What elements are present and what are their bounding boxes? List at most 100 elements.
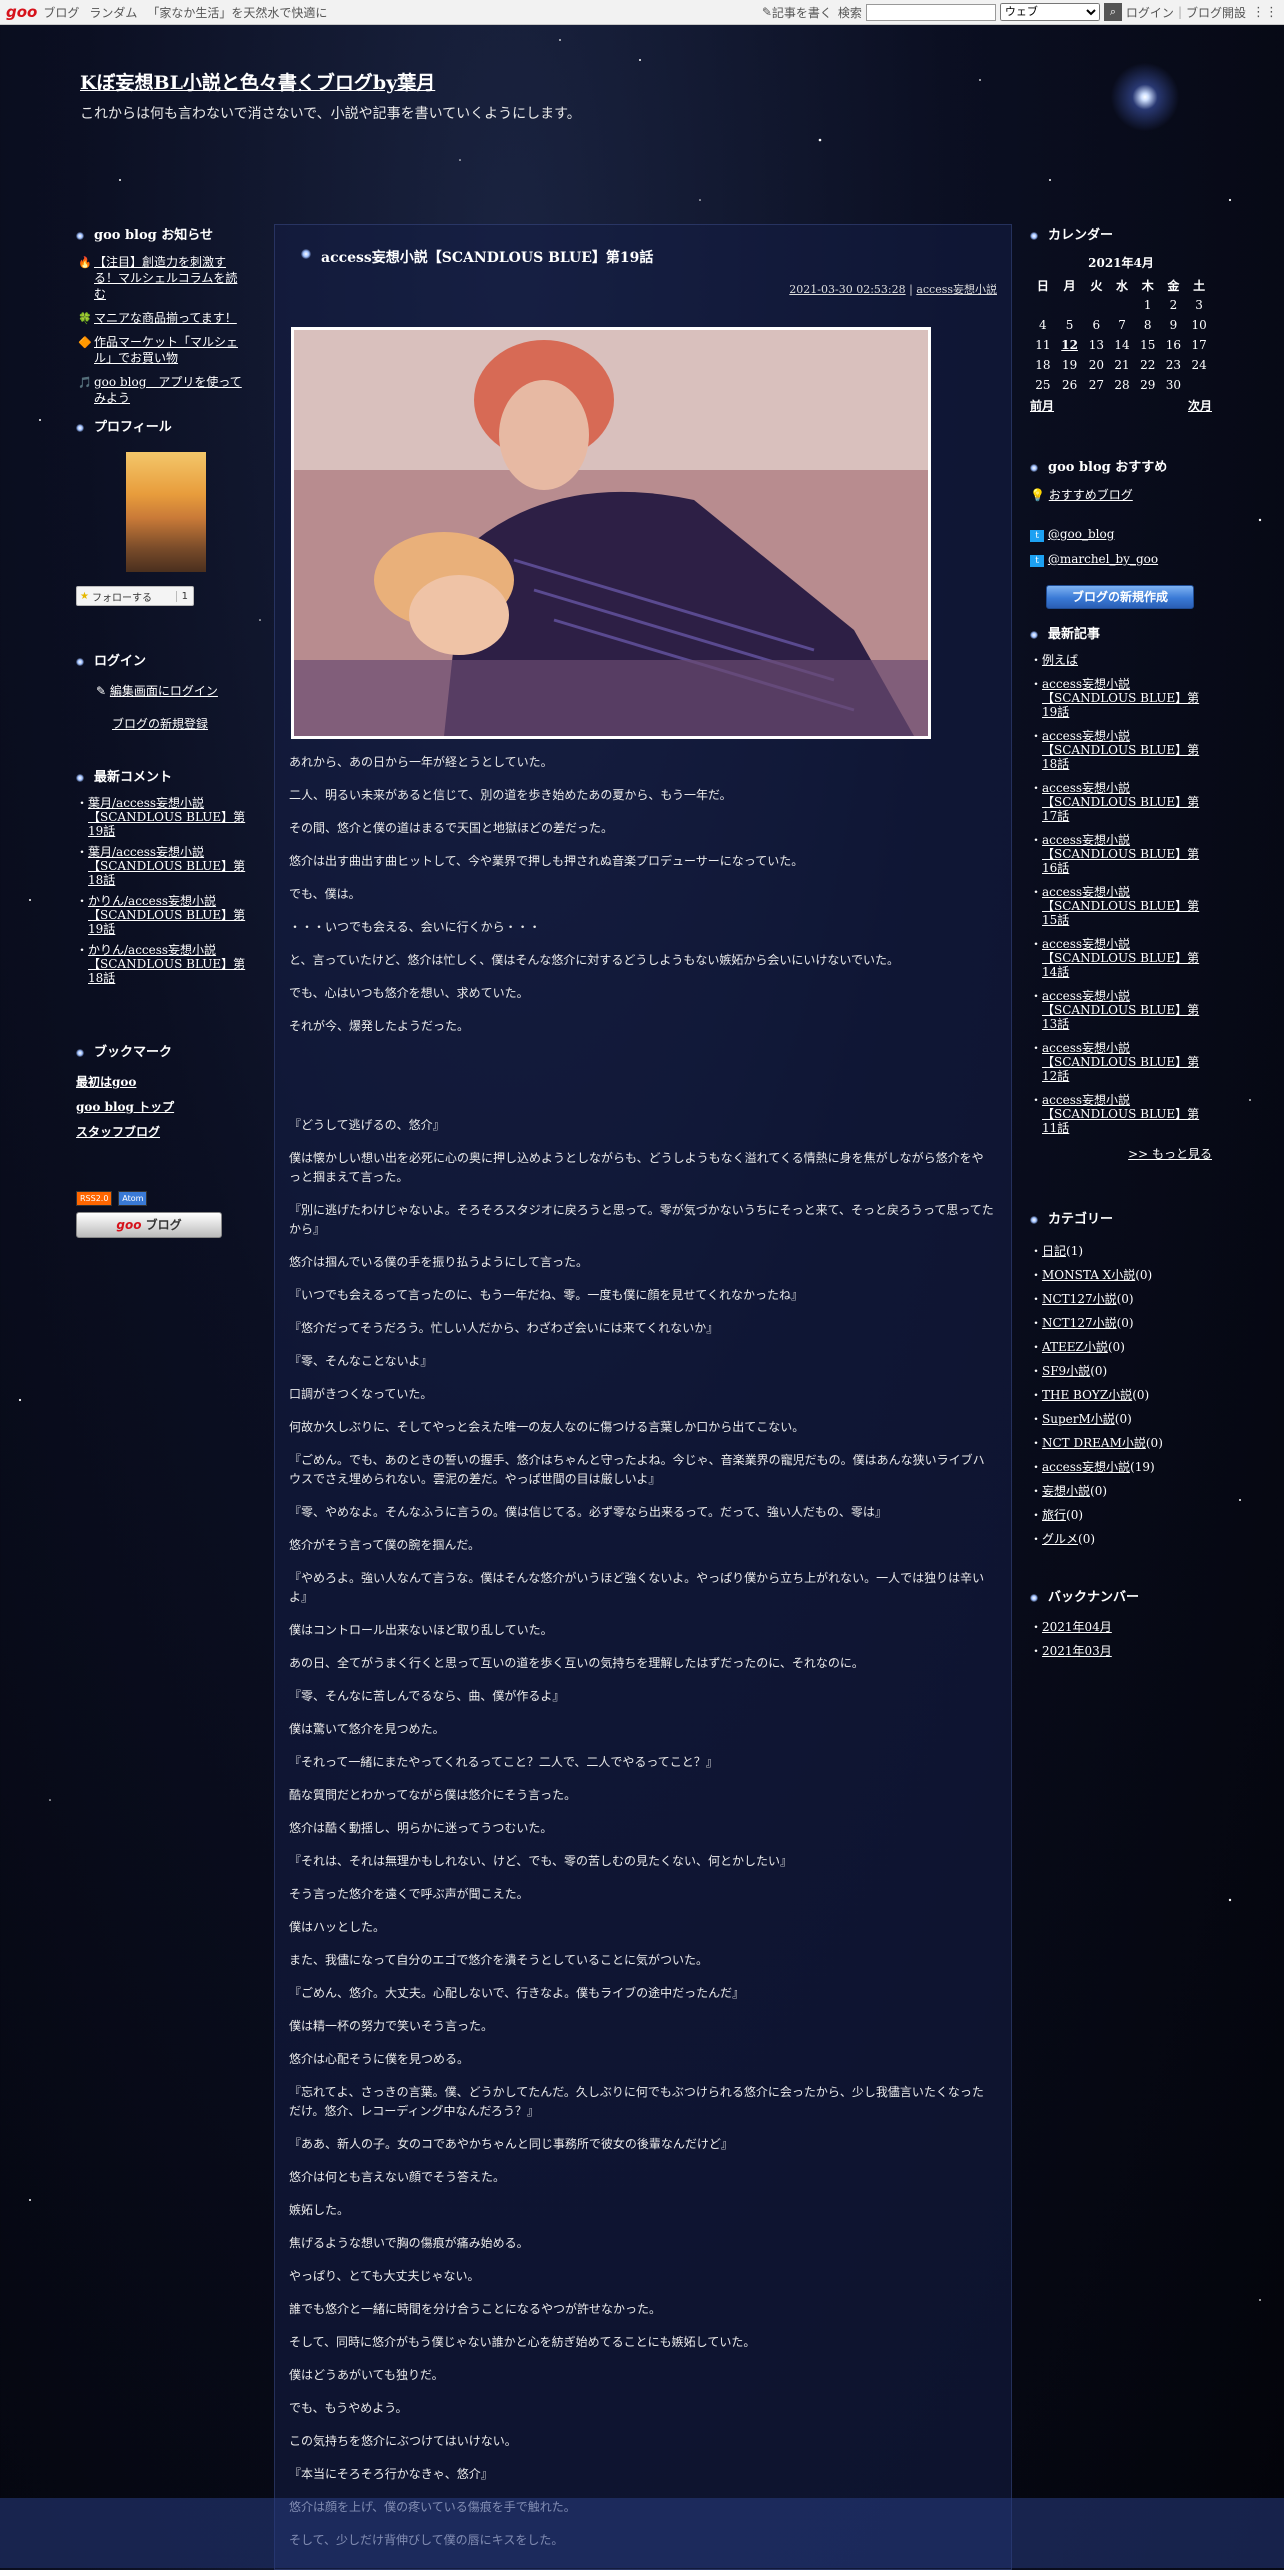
new-blog-button[interactable]: ブログの新規作成 [1046, 585, 1194, 609]
backnumber-item[interactable]: 2021年03月 [1030, 1644, 1212, 1658]
entry-paragraph: 『零、やめなよ。そんなふうに言うの。僕は信じてる。必ず零なら出来るって。だって、… [289, 1505, 887, 1519]
calendar-day[interactable]: 12 [1056, 335, 1084, 355]
category-item[interactable]: 旅行(0) [1030, 1508, 1212, 1522]
entry-category-link[interactable]: access妄想小説 [916, 283, 997, 296]
category-item[interactable]: SF9小説(0) [1030, 1364, 1212, 1378]
category-item[interactable]: SuperM小説(0) [1030, 1412, 1212, 1426]
entry-date-link[interactable]: 2021-03-30 02:53:28 [789, 283, 905, 296]
bookmark-link[interactable]: 最初はgoo [76, 1073, 246, 1090]
toolbar-link-blog[interactable]: ブログ [43, 4, 79, 21]
category-link[interactable]: 旅行 [1042, 1508, 1066, 1522]
category-item[interactable]: ATEEZ小説(0) [1030, 1340, 1212, 1354]
recent-link[interactable]: access妄想小説【SCANDLOUS BLUE】第19話 [1042, 677, 1199, 719]
entry-paragraph: でも、心はいつも悠介を想い、求めていた。 [289, 986, 529, 1000]
category-item[interactable]: 妄想小説(0) [1030, 1484, 1212, 1498]
recent-item[interactable]: access妄想小説【SCANDLOUS BLUE】第18話 [1030, 729, 1212, 771]
recent-link[interactable]: access妄想小説【SCANDLOUS BLUE】第17話 [1042, 781, 1199, 823]
category-item[interactable]: access妄想小説(19) [1030, 1460, 1212, 1474]
category-link[interactable]: ATEEZ小説 [1042, 1340, 1108, 1354]
comment-item[interactable]: かりん/access妄想小説【SCANDLOUS BLUE】第18話 [76, 943, 246, 985]
category-link[interactable]: NCT127小説 [1042, 1316, 1117, 1330]
bookmark-link[interactable]: goo blog トップ [76, 1098, 246, 1115]
calendar-nav: 前月 次月 [1030, 397, 1212, 414]
entry-paragraph: 誰でも悠介と一緒に時間を分け合うことになるやつが許せなかった。 [289, 2302, 662, 2316]
recent-link[interactable]: access妄想小説【SCANDLOUS BLUE】第11話 [1042, 1093, 1199, 1135]
toolbar-promo-link[interactable]: 「家なか生活」を天然水で快適に [147, 4, 327, 21]
more-link[interactable]: >> もっと見る [1128, 1147, 1212, 1161]
register-blog-link[interactable]: ブログの新規登録 [112, 717, 208, 731]
follow-button[interactable]: ★ フォローする 1 [76, 586, 194, 606]
recent-item[interactable]: access妄想小説【SCANDLOUS BLUE】第15話 [1030, 885, 1212, 927]
category-link[interactable]: NCT127小説 [1042, 1292, 1117, 1306]
category-link[interactable]: SF9小説 [1042, 1364, 1090, 1378]
recent-link[interactable]: access妄想小説【SCANDLOUS BLUE】第12話 [1042, 1041, 1199, 1083]
next-month-link[interactable]: 次月 [1188, 397, 1212, 414]
category-link[interactable]: SuperM小説 [1042, 1412, 1115, 1426]
recent-item[interactable]: access妄想小説【SCANDLOUS BLUE】第16話 [1030, 833, 1212, 875]
login-link[interactable]: ログイン [1126, 4, 1174, 21]
category-heading: カテゴリー [1030, 1210, 1212, 1230]
recent-item[interactable]: access妄想小説【SCANDLOUS BLUE】第12話 [1030, 1041, 1212, 1083]
right-sidebar: カレンダー 2021年4月 日月火水木金土 1 2 3 4 5 6 7 8 9 10 11 12 13 1… [1030, 226, 1212, 1668]
backnumber-link[interactable]: 2021年04月 [1042, 1620, 1112, 1634]
recent-item[interactable]: 例えば [1030, 653, 1212, 667]
notice-item[interactable]: 🍀 マニアな商品揃ってます！ [76, 310, 246, 326]
entry-photo[interactable] [291, 327, 931, 739]
twitter-link[interactable]: @marchel_by_goo [1048, 552, 1158, 566]
write-article-link[interactable]: 記事を書く [772, 4, 832, 21]
notice-item[interactable]: 🔶 作品マーケット「マルシェル」でお買い物 [76, 334, 246, 366]
search-icon[interactable]: ⌕ [1103, 3, 1122, 21]
comment-item[interactable]: 葉月/access妄想小説【SCANDLOUS BLUE】第19話 [76, 796, 246, 838]
comment-item[interactable]: 葉月/access妄想小説【SCANDLOUS BLUE】第18話 [76, 845, 246, 887]
category-link[interactable]: access妄想小説 [1042, 1460, 1130, 1474]
search-scope-select[interactable]: ウェブ [999, 3, 1100, 21]
recent-item[interactable]: access妄想小説【SCANDLOUS BLUE】第13話 [1030, 989, 1212, 1031]
category-item[interactable]: 日記(1) [1030, 1244, 1212, 1258]
category-link[interactable]: 日記 [1042, 1244, 1066, 1258]
bookmark-link[interactable]: スタッフブログ [76, 1123, 246, 1140]
comment-item[interactable]: かりん/access妄想小説【SCANDLOUS BLUE】第19話 [76, 894, 246, 936]
prev-month-link[interactable]: 前月 [1030, 397, 1054, 414]
category-link[interactable]: NCT DREAM小説 [1042, 1436, 1146, 1450]
category-link[interactable]: MONSTA X小説 [1042, 1268, 1135, 1282]
recent-link[interactable]: access妄想小説【SCANDLOUS BLUE】第13話 [1042, 989, 1199, 1031]
rss-badge[interactable]: RSS2.0 [76, 1191, 113, 1206]
recent-link[interactable]: access妄想小説【SCANDLOUS BLUE】第16話 [1042, 833, 1199, 875]
category-link[interactable]: 妄想小説 [1042, 1484, 1090, 1498]
goo-blog-button[interactable]: goo ブログ [76, 1212, 222, 1238]
notice-item[interactable]: 🔥 【注目】創造力を刺激する！マルシェルコラムを読む [76, 254, 246, 302]
twitter-link[interactable]: @goo_blog [1048, 527, 1115, 541]
recent-link[interactable]: access妄想小説【SCANDLOUS BLUE】第15話 [1042, 885, 1199, 927]
category-item[interactable]: NCT127小説(0) [1030, 1292, 1212, 1306]
recent-link[interactable]: access妄想小説【SCANDLOUS BLUE】第18話 [1042, 729, 1199, 771]
entry-paragraph: そして、少しだけ背伸びして僕の唇にキスをした。 [289, 2533, 564, 2547]
notice-item[interactable]: 🎵 goo blog アプリを使ってみよう [76, 374, 246, 406]
recent-link[interactable]: 例えば [1042, 653, 1078, 667]
open-blog-link[interactable]: ブログ開設 [1186, 4, 1246, 21]
toolbar-link-random[interactable]: ランダム [89, 4, 137, 21]
recent-item[interactable]: access妄想小説【SCANDLOUS BLUE】第19話 [1030, 677, 1212, 719]
search-input[interactable] [865, 3, 996, 21]
category-link[interactable]: グルメ [1042, 1532, 1078, 1546]
goo-logo[interactable]: goo [6, 3, 37, 21]
category-item[interactable]: NCT127小説(0) [1030, 1316, 1212, 1330]
grid-menu-icon[interactable]: ⋮⋮ [1252, 5, 1278, 20]
recent-link[interactable]: access妄想小説【SCANDLOUS BLUE】第14話 [1042, 937, 1199, 979]
category-item[interactable]: MONSTA X小説(0) [1030, 1268, 1212, 1282]
calendar-day: 16 [1165, 338, 1182, 352]
backnumber-item[interactable]: 2021年04月 [1030, 1620, 1212, 1634]
blog-title[interactable]: Kぼ妄想BL小説と色々書くブログby葉月 [80, 68, 435, 95]
recent-item[interactable]: access妄想小説【SCANDLOUS BLUE】第11話 [1030, 1093, 1212, 1135]
login-edit-link[interactable]: 編集画面にログイン [110, 684, 218, 698]
category-item[interactable]: NCT DREAM小説(0) [1030, 1436, 1212, 1450]
category-item[interactable]: グルメ(0) [1030, 1532, 1212, 1546]
recent-item[interactable]: access妄想小説【SCANDLOUS BLUE】第14話 [1030, 937, 1212, 979]
backnumber-link[interactable]: 2021年03月 [1042, 1644, 1112, 1658]
category-link[interactable]: THE BOYZ小説 [1042, 1388, 1132, 1402]
follow-count: 1 [175, 590, 193, 602]
category-item[interactable]: THE BOYZ小説(0) [1030, 1388, 1212, 1402]
recent-item[interactable]: access妄想小説【SCANDLOUS BLUE】第17話 [1030, 781, 1212, 823]
atom-badge[interactable]: Atom [118, 1191, 148, 1206]
recommend-link[interactable]: おすすめブログ [1049, 488, 1133, 502]
profile-image[interactable] [126, 452, 206, 572]
